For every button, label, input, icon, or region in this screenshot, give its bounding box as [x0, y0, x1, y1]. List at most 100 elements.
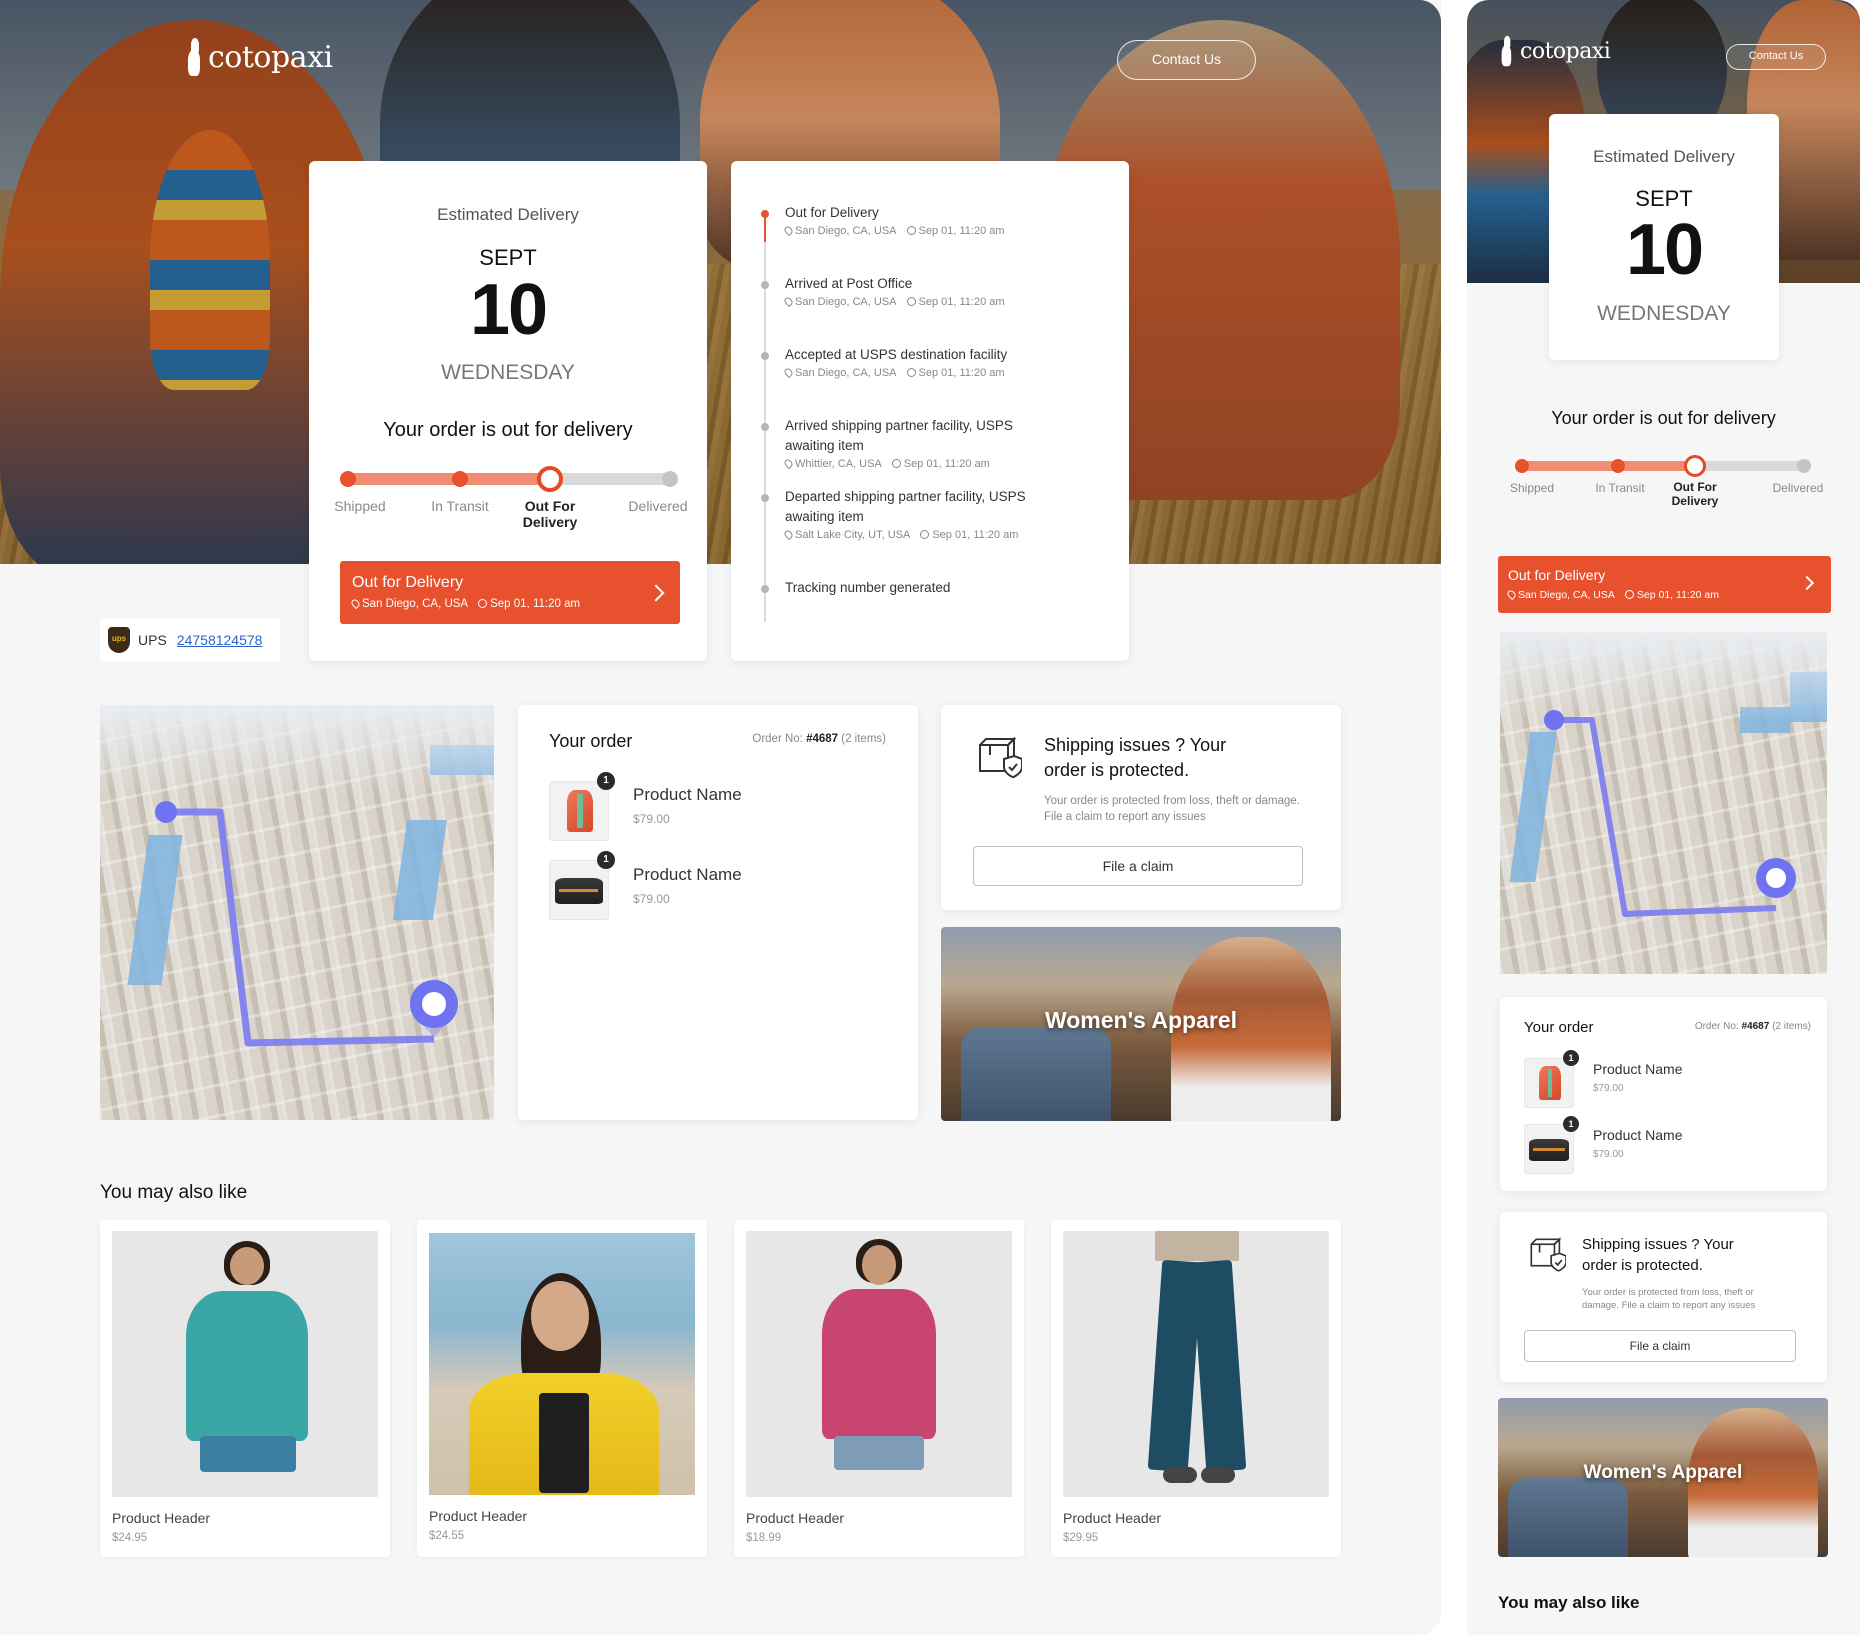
file-a-claim-button[interactable]: File a claim	[973, 846, 1303, 886]
order-item-price: $79.00	[1593, 1083, 1624, 1094]
protection-body: Your order is protected from loss, theft…	[1044, 795, 1300, 823]
contact-us-button[interactable]: Contact Us	[1726, 44, 1826, 70]
product-card[interactable]: Product Header $24.95	[100, 1220, 390, 1557]
product-image	[1063, 1231, 1329, 1497]
progress-dot-out-for-delivery	[537, 466, 563, 492]
protection-title: Shipping issues ? Your order is protecte…	[1582, 1236, 1734, 1274]
progress-label-delivered: Delivered	[628, 498, 688, 514]
progress-label-in-transit: In Transit	[431, 498, 489, 514]
womens-apparel-banner[interactable]: Women's Apparel	[941, 927, 1341, 1121]
ups-logo-icon	[108, 627, 130, 653]
package-shield-icon	[979, 737, 1022, 779]
out-for-delivery-banner[interactable]: Out for Delivery San Diego, CA, USA Sep 0…	[1498, 556, 1831, 613]
timeline-title: Tracking number generated	[785, 580, 951, 595]
timeline-title: Departed shipping partner facility, USPS…	[785, 489, 1026, 524]
hero-image	[0, 0, 1441, 564]
product-card[interactable]: Product Header $24.55	[417, 1220, 707, 1557]
progress-label-delivered: Delivered	[1772, 481, 1824, 495]
product-image	[429, 1233, 695, 1495]
llama-icon	[188, 38, 204, 76]
progress-dot-delivered	[662, 471, 678, 487]
recommendations-title: You may also like	[100, 1182, 248, 1203]
location-pin-icon	[782, 366, 795, 379]
timeline-dot	[761, 352, 769, 360]
banner-title: Out for Delivery	[1508, 567, 1606, 583]
brand-logo[interactable]: cotopaxi	[188, 38, 333, 76]
progress-label-shipped: Shipped	[1509, 481, 1555, 495]
timeline-dot	[761, 585, 769, 593]
product-card[interactable]: Product Header $18.99	[734, 1220, 1024, 1557]
product-name: Product Header	[429, 1508, 528, 1524]
delivery-progress: Shipped In Transit Out For Delivery Deli…	[1510, 455, 1823, 515]
order-item-thumbnail[interactable]	[1524, 1124, 1574, 1174]
clock-icon	[906, 297, 916, 306]
order-status-text: Your order is out for delivery	[1551, 408, 1776, 428]
protection-body: Your order is protected from loss, theft…	[1582, 1287, 1756, 1311]
order-title: Your order	[549, 731, 633, 751]
order-item-name: Product Name	[1593, 1061, 1683, 1077]
clock-icon	[1624, 590, 1634, 599]
estimated-delivery-label: Estimated Delivery	[437, 205, 579, 224]
delivery-route-map[interactable]	[1500, 632, 1827, 974]
progress-label-in-transit: In Transit	[1595, 481, 1645, 495]
delivery-weekday: WEDNESDAY	[441, 361, 575, 384]
package-shield-icon	[1530, 1237, 1566, 1272]
recommendations-title: You may also like	[1498, 1593, 1640, 1612]
brand-name: cotopaxi	[1520, 38, 1611, 64]
out-for-delivery-banner[interactable]: Out for Delivery San Diego, CA, USA Sep 0…	[340, 561, 680, 624]
delivery-route-map[interactable]	[100, 705, 494, 1120]
tracking-timeline-card: Out for Delivery San Diego, CA, USA Sep 0…	[731, 161, 1129, 661]
timeline-meta: Salt Lake City, UT, USA Sep 01, 11:20 am	[782, 528, 1018, 541]
progress-label-shipped: Shipped	[334, 498, 386, 514]
timeline-dot	[761, 494, 769, 502]
shipping-protection-card: Shipping issues ? Your order is protecte…	[1500, 1212, 1827, 1382]
order-number: Order No: #4687 (2 items)	[1694, 1021, 1811, 1032]
delivery-weekday: WEDNESDAY	[1597, 302, 1731, 325]
delivery-month: SEPT	[479, 245, 537, 270]
black-duffel-icon	[554, 878, 604, 905]
clock-icon	[478, 599, 488, 608]
progress-label-out-for-delivery: Out For Delivery	[1671, 480, 1719, 508]
timeline-dot	[761, 423, 769, 431]
order-item-thumbnail[interactable]	[549, 860, 609, 920]
location-pin-icon	[782, 295, 795, 308]
tracking-number-link[interactable]: 24758124578	[177, 632, 263, 648]
order-item-thumbnail[interactable]	[549, 781, 609, 841]
order-item-thumbnail[interactable]	[1524, 1058, 1574, 1108]
progress-dot-shipped	[1515, 459, 1529, 473]
contact-us-button[interactable]: Contact Us	[1117, 40, 1256, 80]
order-title: Your order	[1524, 1019, 1594, 1036]
delivery-day: 10	[469, 270, 548, 350]
product-image	[746, 1231, 1012, 1497]
clock-icon	[891, 459, 901, 468]
orange-backpack-icon	[567, 790, 594, 832]
timeline-title: Arrived at Post Office	[785, 276, 913, 291]
product-price: $18.99	[746, 1532, 782, 1544]
black-duffel-icon	[1528, 1139, 1570, 1161]
protection-title: Shipping issues ? Your order is protecte…	[1044, 735, 1227, 780]
womens-apparel-banner[interactable]: Women's Apparel	[1498, 1398, 1828, 1557]
progress-dot-out-for-delivery	[1684, 455, 1706, 477]
orange-backpack-icon	[1539, 1065, 1561, 1101]
womens-apparel-label: Women's Apparel	[1044, 1007, 1238, 1033]
location-pin-icon	[349, 597, 362, 610]
banner-meta: San Diego, CA, USA Sep 01, 11:20 am	[1505, 588, 1719, 601]
quantity-badge: 1	[597, 851, 615, 869]
product-price: $29.95	[1063, 1532, 1099, 1544]
product-card[interactable]: Product Header $29.95	[1051, 1220, 1341, 1557]
brand-name: cotopaxi	[208, 39, 333, 75]
llama-icon	[1501, 35, 1515, 67]
order-summary-card: Your order Order No: #4687 (2 items) 1 P…	[518, 705, 918, 1120]
timeline-meta: Whittier, CA, USA Sep 01, 11:20 am	[782, 457, 990, 470]
file-a-claim-button[interactable]: File a claim	[1524, 1330, 1796, 1362]
quantity-badge: 1	[1563, 1116, 1579, 1132]
location-pin-icon	[782, 457, 795, 470]
timeline-dot-active	[761, 210, 769, 218]
route-line	[155, 801, 458, 1047]
clock-icon	[906, 368, 916, 377]
product-name: Product Header	[112, 1510, 211, 1526]
location-pin-icon	[782, 224, 795, 237]
progress-label-out-for-delivery: Out For Delivery	[522, 498, 578, 531]
brand-logo[interactable]: cotopaxi	[1500, 32, 1611, 70]
route-line	[1544, 710, 1796, 917]
